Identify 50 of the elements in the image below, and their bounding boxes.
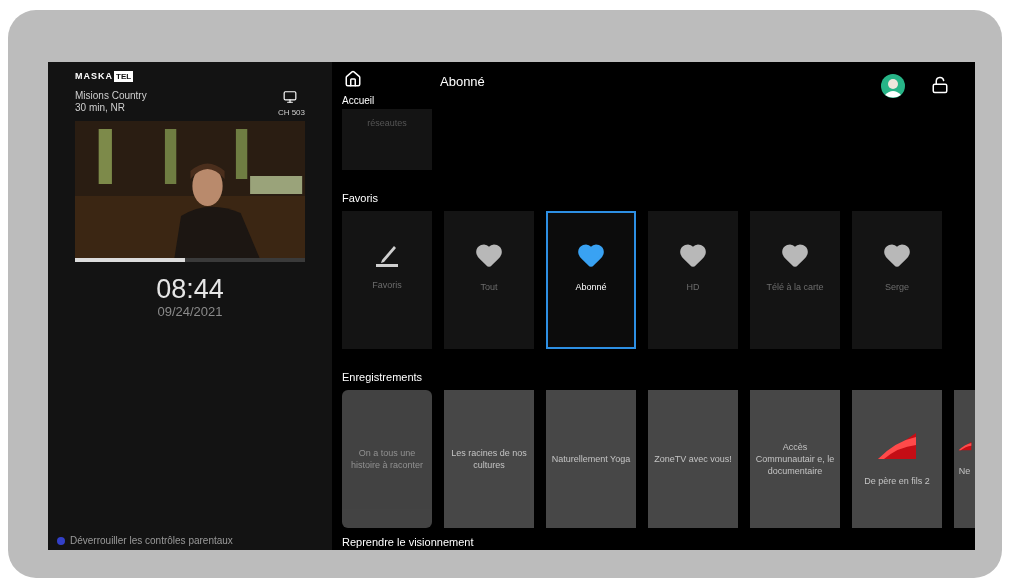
heart-icon bbox=[475, 241, 503, 269]
recording-tile[interactable]: Accès Communautair e, le documentaire bbox=[750, 389, 840, 528]
logo-text: MASKA bbox=[75, 70, 113, 83]
channel-number: CH 503 bbox=[277, 106, 305, 119]
favorite-tile[interactable]: HD bbox=[648, 211, 738, 349]
program-details: 30 min, NR bbox=[75, 101, 126, 114]
recording-tile[interactable]: Naturellement Yoga bbox=[546, 389, 636, 528]
favorite-tile[interactable]: Tout bbox=[444, 211, 534, 349]
recording-tile[interactable]: Ne bbox=[954, 389, 975, 528]
favorite-tile[interactable]: Abonné bbox=[546, 211, 636, 349]
favorite-tile[interactable]: Favoris bbox=[342, 211, 432, 349]
tile-label: Télé à la carte bbox=[766, 281, 824, 294]
program-title: Misions Country bbox=[75, 89, 147, 102]
page-title: Abonné bbox=[440, 73, 485, 91]
favorite-tile[interactable]: Serge bbox=[852, 211, 942, 349]
tile-label: Naturellement Yoga bbox=[551, 452, 631, 465]
tile-label: De père en fils 2 bbox=[864, 474, 930, 487]
tile-label: Accès Communautair e, le documentaire bbox=[754, 440, 836, 477]
section-title: Enregistrements bbox=[342, 370, 424, 385]
section-title: Favoris bbox=[342, 190, 380, 206]
tile-label: On a tous une histoire à raconter bbox=[349, 446, 424, 471]
tile-label: Serge bbox=[885, 281, 909, 294]
home-icon[interactable] bbox=[344, 70, 362, 88]
tile-label: Abonné bbox=[575, 281, 607, 294]
heart-icon bbox=[883, 241, 911, 269]
tile-label: Tout bbox=[480, 281, 498, 294]
tile-label: réseautes bbox=[367, 116, 407, 130]
tile-label: Les racines de nos cultures bbox=[450, 446, 528, 471]
logo-icon bbox=[876, 430, 918, 461]
profile-avatar[interactable] bbox=[881, 74, 905, 98]
clock-time: 08:44 bbox=[155, 273, 225, 304]
favorite-tile[interactable]: Télé à la carte bbox=[750, 211, 840, 349]
home-label[interactable]: Accueil bbox=[342, 93, 375, 108]
tv-icon bbox=[283, 89, 297, 104]
heart-icon bbox=[781, 241, 809, 269]
heart-icon bbox=[679, 241, 707, 269]
logo-icon bbox=[957, 440, 972, 451]
clock-date: 09/24/2021 bbox=[156, 303, 224, 320]
tile-label: Favoris bbox=[372, 279, 402, 292]
recording-tile[interactable]: Les racines de nos cultures bbox=[444, 389, 534, 528]
logo-badge: TEL bbox=[114, 71, 134, 83]
heart-icon bbox=[577, 241, 605, 269]
lock-icon[interactable] bbox=[931, 76, 949, 94]
section-title: Reprendre le visionnement bbox=[342, 534, 475, 550]
parental-controls-link[interactable]: Déverrouiller les contrôles parentaux bbox=[70, 533, 233, 548]
recording-tile[interactable]: ZoneTV avec vous! bbox=[648, 389, 738, 528]
tile-label: HD bbox=[686, 281, 700, 294]
recording-tile[interactable]: De père en fils 2 bbox=[852, 389, 942, 528]
tile-label: Ne bbox=[958, 464, 971, 477]
tile-label: ZoneTV avec vous! bbox=[654, 452, 732, 465]
